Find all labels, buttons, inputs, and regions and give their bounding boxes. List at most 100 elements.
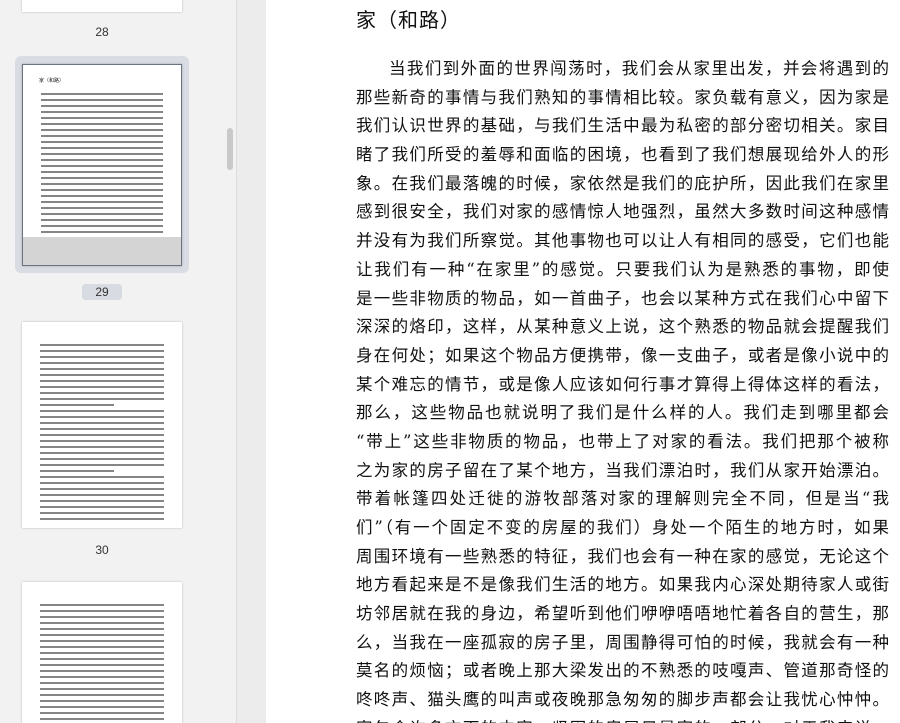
- thumbnail-line: [41, 171, 163, 173]
- visible-region-shade: [23, 237, 181, 265]
- thumbnail-line: [40, 464, 164, 466]
- page-number-28: 28: [95, 25, 109, 39]
- page-thumbnail-30[interactable]: [22, 322, 182, 528]
- text-line: 地方看起来是不是像我们生活的地方。如果我内心深处期待家人或街: [356, 575, 889, 595]
- thumbnail-line: [41, 231, 163, 233]
- thumbnail-line: [40, 488, 164, 490]
- thumbnail-line: [41, 165, 163, 167]
- thumbnail-line: [40, 368, 164, 370]
- thumbnail-line: [40, 628, 164, 630]
- text-line: 那些新奇的事情与我们熟知的事情相比较。家负载有意义，因为家是: [356, 87, 889, 107]
- thumbnail-line: [40, 506, 164, 508]
- thumbnail-line: [40, 646, 164, 648]
- thumbnail-line: [40, 422, 164, 424]
- text-line: 让我们有一种“在家里”的感觉。只要我们认为是熟悉的事物，即使: [356, 259, 889, 279]
- scrollbar-thumb[interactable]: [227, 128, 233, 170]
- thumbnail-line: [41, 123, 163, 125]
- text-line: 那么，这些物品也就说明了我们是什么样的人。我们走到哪里都会: [356, 403, 889, 423]
- thumbnail-line: [40, 440, 164, 442]
- thumbnail-line: [41, 219, 163, 221]
- thumbnail-line: [41, 147, 163, 149]
- text-line: 身在何处；如果这个物品方便携带，像一支曲子，或者是像小说中的: [356, 345, 889, 365]
- thumbnail-line: [41, 153, 163, 155]
- thumbnail-line: [41, 189, 163, 191]
- thumbnail-line: [40, 700, 164, 702]
- thumbnail-line: [40, 664, 164, 666]
- thumbnail-line: [41, 117, 163, 119]
- thumbnail-line: [40, 494, 164, 496]
- thumbnail-line: [40, 652, 164, 654]
- thumbnail-line: [40, 616, 164, 618]
- thumbnail-line: [40, 610, 164, 612]
- thumbnail-line: [41, 141, 163, 143]
- thumbnail-line: [40, 398, 164, 400]
- thumbnail-text-lines: [40, 344, 164, 524]
- thumbnail-line: [40, 676, 164, 678]
- thumbnail-text-lines: [41, 93, 163, 237]
- text-line: 么，当我在一座孤寂的房子里，周围静得可怕的时候，我就会有一种: [356, 632, 889, 652]
- thumbnail-line: [40, 386, 164, 388]
- thumbnail-line: [40, 512, 164, 514]
- text-line: 深深的烙印，这样，从某种意义上说，这个熟悉的物品就会提醒我们: [356, 317, 889, 337]
- thumbnail-line: [40, 688, 164, 690]
- thumbnail-line: [41, 201, 163, 203]
- text-line: 莫名的烦恼；或者晚上那大梁发出的不熟悉的吱嘎声、管道那奇怪的: [356, 661, 889, 681]
- thumbnail-line: [41, 225, 163, 227]
- thumbnail-line: [41, 213, 163, 215]
- page-thumbnail-29[interactable]: 家（和路）: [22, 64, 182, 266]
- thumbnail-line: [40, 694, 164, 696]
- thumbnail-line: [40, 640, 164, 642]
- page-number-30: 30: [95, 543, 109, 557]
- text-line: 坊邻居就在我的身边，希望听到他们咿咿唔唔地忙着各自的营生，那: [356, 604, 889, 624]
- page-thumbnail-31[interactable]: [22, 582, 182, 723]
- thumbnail-line: [40, 682, 164, 684]
- text-line: 带着帐篷四处迁徙的游牧部落对家的理解则完全不同，但是当“我: [356, 489, 889, 509]
- thumbnail-line: [41, 177, 163, 179]
- text-line: 咚咚声、猫头鹰的叫声或夜晚那急匆匆的脚步声都会让我忧心忡忡。: [356, 690, 889, 710]
- thumbnail-line: [40, 344, 164, 346]
- thumbnail-line: [41, 105, 163, 107]
- text-line: 们”（有一个固定不变的房屋的我们）身处一个陌生的地方时，如果: [356, 518, 889, 537]
- text-line: “带上”这些非物质的物品，也带上了对家的看法。我们把那个被称: [356, 431, 889, 451]
- thumbnail-line: [40, 452, 164, 454]
- thumbnail-line: [40, 500, 164, 502]
- thumbnail-line: [40, 482, 164, 484]
- thumbnail-line: [41, 207, 163, 209]
- thumbnail-line: [40, 658, 164, 660]
- thumbnail-line: [40, 428, 164, 430]
- thumbnail-line: [40, 712, 164, 714]
- thumbnail-line: [40, 392, 164, 394]
- thumbnail-line: [40, 518, 164, 520]
- thumbnail-line: [41, 99, 163, 101]
- text-line: 家包含许多方面的内容，坚固的房屋只是家的一部分。对于我来说，: [356, 715, 889, 723]
- thumbnail-line: [40, 362, 164, 364]
- text-line: 之为家的房子留在了某个地方，当我们漂泊时，我们从家开始漂泊。: [356, 460, 889, 480]
- document-body: 当我们到外面的世界闯荡时，我们会从家里出发，并会将遇到的那些新奇的事情与我们熟知…: [356, 55, 889, 723]
- text-line: 当我们到外面的世界闯荡时，我们会从家里出发，并会将遇到的: [389, 59, 889, 78]
- thumbnail-line: [41, 93, 163, 95]
- thumbnail-line: [40, 476, 164, 478]
- text-line: 我们认识世界的基础，与我们生活中最为私密的部分密切相关。家目: [356, 116, 889, 136]
- text-line: 是一些非物质的物品，如一首曲子，也会以某种方式在我们心中留下: [356, 288, 889, 308]
- thumbnail-line: [40, 374, 164, 376]
- thumbnail-line: [40, 604, 164, 606]
- thumbnail-line: [40, 458, 164, 460]
- page-number-29: 29: [82, 284, 122, 300]
- document-page: 家（和路） 当我们到外面的世界闯荡时，我们会从家里出发，并会将遇到的那些新奇的事…: [266, 0, 900, 723]
- text-line: 象。在我们最落魄的时候，家依然是我们的庇护所，因此我们在家里: [356, 173, 889, 193]
- text-line: 并没有为我们所察觉。其他事物也可以让人有相同的感受，它们也能: [356, 231, 889, 251]
- thumbnail-line: [41, 129, 163, 131]
- text-line: 感到很安全，我们对家的感情惊人地强烈，虽然大多数时间这种感情: [356, 202, 889, 222]
- sidebar-scrollbar[interactable]: [236, 0, 265, 723]
- thumbnail-line: [41, 159, 163, 161]
- page-title: 家（和路）: [356, 8, 461, 32]
- thumbnail-line: [40, 470, 115, 472]
- page-thumbnail-28[interactable]: [22, 0, 182, 12]
- text-line: 周围环境有一些熟悉的特征，我们也会有一种在家的感觉，无论这个: [356, 546, 889, 566]
- thumbnail-line: [40, 350, 164, 352]
- text-line: 某个难忘的情节，或是像人应该如何行事才算得上得体这样的看法，: [356, 374, 889, 394]
- thumbnail-line: [40, 622, 164, 624]
- thumbnail-line: [40, 718, 164, 720]
- thumbnail-line: [40, 410, 164, 412]
- thumbnail-line: [40, 416, 164, 418]
